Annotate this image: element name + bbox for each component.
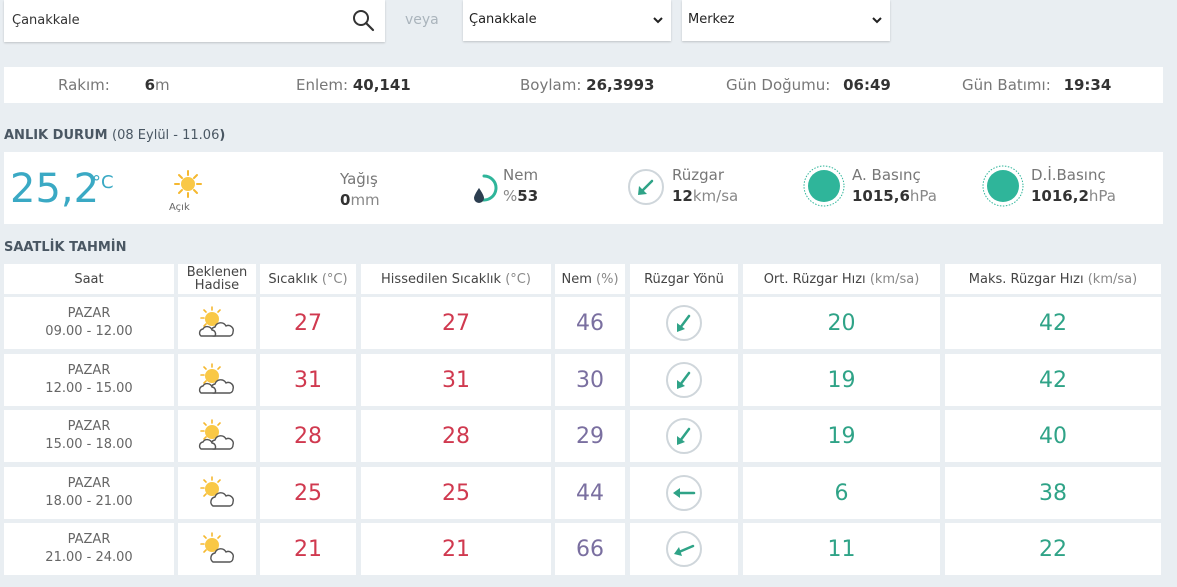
longitude: Boylam: 26,3993 xyxy=(520,76,655,94)
sun-icon xyxy=(174,170,202,198)
header-humidity: Nem (%) xyxy=(555,264,625,294)
province-select[interactable]: Çanakkale xyxy=(463,0,671,41)
header-feels: Hissedilen Sıcaklık (°C) xyxy=(361,264,551,294)
hourly-section-title: SAATLİK TAHMİN xyxy=(4,240,127,255)
search-box xyxy=(4,0,385,42)
table-cell-temp: 25 xyxy=(260,467,356,519)
sun-cloud-icon xyxy=(178,523,256,575)
chevron-down-icon xyxy=(872,17,882,24)
arrow-down-left-icon xyxy=(630,354,738,406)
header-avg-wind: Ort. Rüzgar Hızı (km/sa) xyxy=(743,264,940,294)
sunset: Gün Batımı: 19:34 xyxy=(962,76,1112,94)
current-section-title: ANLIK DURUM (08 Eylül - 11.06) xyxy=(4,128,226,143)
table-cell-avg-wind: 6 xyxy=(743,467,940,519)
arrow-down-left-icon xyxy=(630,410,738,462)
table-row-time: PAZAR 09.00 - 12.00 xyxy=(4,297,174,349)
table-cell-temp: 28 xyxy=(260,410,356,462)
pressure-value: 1015,6hPa xyxy=(852,187,937,205)
humidity-value: %53 xyxy=(503,187,539,205)
humidity-label: Nem xyxy=(503,166,539,184)
current-conditions-panel: 25,2 °C Açık Yağış 0mm Nem %53 Rüzgar 12… xyxy=(4,152,1163,224)
chevron-down-icon xyxy=(653,17,663,24)
table-row-time: PAZAR 18.00 - 21.00 xyxy=(4,467,174,519)
wind-direction-icon xyxy=(628,169,664,205)
table-cell-max-wind: 42 xyxy=(945,297,1161,349)
rain-label: Yağış xyxy=(340,170,378,188)
header-max-wind: Maks. Rüzgar Hızı (km/sa) xyxy=(945,264,1161,294)
table-cell-max-wind: 38 xyxy=(945,467,1161,519)
temperature-unit: °C xyxy=(92,172,114,193)
table-cell-humidity: 46 xyxy=(555,297,625,349)
table-cell-humidity: 44 xyxy=(555,467,625,519)
province-select-value: Çanakkale xyxy=(469,12,537,27)
header-wind-direction: Rüzgar Yönü xyxy=(630,264,738,294)
table-cell-humidity: 66 xyxy=(555,523,625,575)
table-cell-feels: 27 xyxy=(361,297,551,349)
table-cell-humidity: 29 xyxy=(555,410,625,462)
header-time: Saat xyxy=(4,264,174,294)
latitude: Enlem: 40,141 xyxy=(296,76,411,94)
pressure-label: A. Basınç xyxy=(852,166,921,184)
table-cell-temp: 31 xyxy=(260,354,356,406)
table-cell-temp: 27 xyxy=(260,297,356,349)
table-cell-feels: 28 xyxy=(361,410,551,462)
arrow-left-icon xyxy=(630,467,738,519)
pressure-gauge-icon xyxy=(803,165,845,207)
location-info-strip: Rakım: 6m Enlem: 40,141 Boylam: 26,3993 … xyxy=(4,67,1163,103)
partly-cloudy-icon xyxy=(178,297,256,349)
table-cell-avg-wind: 11 xyxy=(743,523,940,575)
table-row-time: PAZAR 21.00 - 24.00 xyxy=(4,523,174,575)
table-cell-avg-wind: 19 xyxy=(743,354,940,406)
table-cell-avg-wind: 20 xyxy=(743,297,940,349)
partly-cloudy-icon xyxy=(178,410,256,462)
sea-pressure-label: D.İ.Basınç xyxy=(1031,166,1106,184)
search-icon[interactable] xyxy=(351,8,375,32)
table-row-time: PAZAR 15.00 - 18.00 xyxy=(4,410,174,462)
table-cell-max-wind: 42 xyxy=(945,354,1161,406)
table-cell-feels: 21 xyxy=(361,523,551,575)
sunrise: Gün Doğumu: 06:49 xyxy=(726,76,891,94)
sun-cloud-icon xyxy=(178,467,256,519)
partly-cloudy-icon xyxy=(178,354,256,406)
current-condition: Açık xyxy=(169,202,190,213)
district-select-value: Merkez xyxy=(688,12,735,27)
table-row-time: PAZAR 12.00 - 15.00 xyxy=(4,354,174,406)
table-cell-feels: 31 xyxy=(361,354,551,406)
rain-value: 0mm xyxy=(340,191,380,209)
table-cell-avg-wind: 19 xyxy=(743,410,940,462)
table-cell-max-wind: 22 xyxy=(945,523,1161,575)
sea-pressure-gauge-icon xyxy=(982,165,1024,207)
district-select[interactable]: Merkez xyxy=(682,0,890,41)
humidity-gauge-icon xyxy=(474,174,498,203)
header-temp: Sıcaklık (°C) xyxy=(260,264,356,294)
wind-value: 12km/sa xyxy=(672,187,739,205)
search-input[interactable] xyxy=(4,0,344,40)
arrow-down-left-icon xyxy=(630,297,738,349)
current-temperature: 25,2 xyxy=(10,166,100,212)
table-cell-max-wind: 40 xyxy=(945,410,1161,462)
arrow-left-down-icon xyxy=(630,523,738,575)
or-label: veya xyxy=(405,12,439,28)
wind-label: Rüzgar xyxy=(672,166,725,184)
table-cell-humidity: 30 xyxy=(555,354,625,406)
sea-pressure-value: 1016,2hPa xyxy=(1031,187,1116,205)
table-cell-temp: 21 xyxy=(260,523,356,575)
altitude: Rakım: 6m xyxy=(58,76,170,94)
header-event: Beklenen Hadise xyxy=(178,264,256,294)
table-cell-feels: 25 xyxy=(361,467,551,519)
